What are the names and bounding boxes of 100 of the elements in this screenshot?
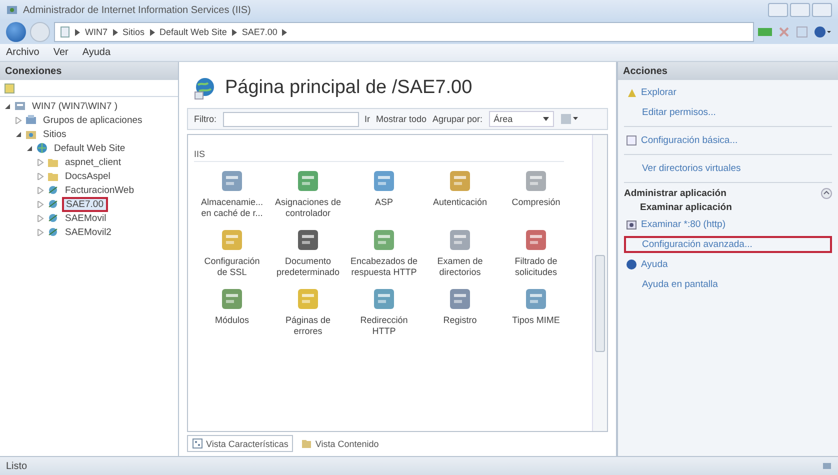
- action-link[interactable]: Ver directorios virtuales: [624, 160, 832, 177]
- feature-icon: [447, 227, 473, 253]
- feature-icon: [523, 286, 549, 312]
- forward-button[interactable]: [30, 22, 50, 42]
- application-icon: [47, 226, 59, 238]
- tree-item[interactable]: aspnet_client: [62, 156, 124, 168]
- action-link[interactable]: Configuración básica...: [624, 132, 832, 149]
- action-link[interactable]: Explorar: [624, 84, 832, 101]
- chevron-icon: [282, 28, 288, 36]
- panel-header: Acciones: [618, 62, 838, 80]
- feature-item[interactable]: ASP: [346, 168, 422, 219]
- stop-icon: [778, 26, 790, 38]
- tree-item[interactable]: WIN7 (WIN7\WIN7 ): [29, 100, 120, 112]
- group-by-dropdown[interactable]: Área: [488, 111, 554, 127]
- filter-label: Filtro:: [194, 114, 216, 124]
- tree-item[interactable]: DocsAspel: [62, 170, 114, 182]
- breadcrumb-item[interactable]: Default Web Site: [160, 27, 227, 37]
- feature-item[interactable]: Almacenamie... en caché de r...: [194, 168, 270, 219]
- feature-item[interactable]: Autenticación: [422, 168, 498, 219]
- dropdown-value: Área: [494, 114, 513, 124]
- explore-icon: [626, 87, 637, 98]
- action-link[interactable]: Editar permisos...: [624, 104, 832, 121]
- chevron-icon: [232, 28, 237, 36]
- feature-item[interactable]: Módulos: [194, 286, 270, 337]
- breadcrumb-item[interactable]: SAE7.00: [242, 27, 278, 37]
- feature-icon: [371, 227, 397, 253]
- application-icon: [47, 184, 59, 196]
- go-button[interactable]: Ir: [364, 114, 370, 124]
- feature-item[interactable]: Configuración de SSL: [194, 227, 270, 278]
- page-title: Página principal de /SAE7.00: [225, 77, 472, 99]
- feature-item[interactable]: Examen de directorios: [422, 227, 498, 278]
- caret-icon: [542, 117, 549, 121]
- expander-icon[interactable]: [26, 144, 33, 152]
- action-link[interactable]: Ayuda: [624, 256, 832, 273]
- feature-icon: [219, 286, 245, 312]
- address-bar[interactable]: WIN7 Sitios Default Web Site SAE7.00: [54, 22, 754, 42]
- expander-icon[interactable]: [15, 130, 22, 138]
- tree-item[interactable]: FacturacionWeb: [62, 184, 137, 196]
- tree-item[interactable]: Grupos de aplicaciones: [40, 114, 146, 126]
- view-tab[interactable]: Vista Características: [187, 435, 294, 452]
- status-text: Listo: [6, 460, 28, 472]
- menu-item[interactable]: Ver: [53, 47, 68, 58]
- feature-item[interactable]: Registro: [422, 286, 498, 337]
- action-heading: Examinar aplicación: [639, 202, 733, 213]
- feature-item[interactable]: Compresión: [498, 168, 574, 219]
- globe-icon: [36, 142, 48, 154]
- feature-item[interactable]: Encabezados de respuesta HTTP: [346, 227, 422, 278]
- application-icon: [47, 212, 59, 224]
- sites-folder-icon: [25, 128, 37, 140]
- help-icon: [814, 26, 832, 38]
- action-link[interactable]: Configuración avanzada...: [624, 236, 832, 253]
- feature-icon: [371, 168, 397, 194]
- group-by-label: Agrupar por:: [432, 114, 483, 124]
- feature-item[interactable]: Páginas de errores: [270, 286, 346, 337]
- content-view-icon: [301, 438, 312, 449]
- scrollbar[interactable]: [592, 135, 607, 431]
- feature-item[interactable]: Tipos MIME: [498, 286, 574, 337]
- chevron-icon: [112, 28, 118, 36]
- menu-item[interactable]: Archivo: [6, 47, 40, 58]
- menu-item[interactable]: Ayuda: [82, 47, 111, 58]
- pool-icon: [25, 114, 37, 126]
- feature-icon: [523, 168, 549, 194]
- tree-item[interactable]: SAEMovil2: [62, 226, 114, 238]
- folder-icon: [47, 156, 59, 168]
- chevron-icon: [150, 28, 155, 36]
- features-view-icon: [192, 438, 203, 449]
- group-header: IIS: [194, 149, 564, 162]
- panel-header: Conexiones: [0, 62, 178, 80]
- feature-icon: [523, 227, 549, 253]
- action-link[interactable]: Ayuda en pantalla: [624, 276, 832, 293]
- view-icon: [560, 114, 578, 124]
- feature-icon: [295, 227, 321, 253]
- back-button[interactable]: [6, 22, 26, 42]
- section-title: Administrar aplicación: [624, 188, 726, 199]
- feature-icon: [371, 286, 397, 312]
- tree-item[interactable]: Default Web Site: [51, 142, 128, 154]
- globe-icon: [193, 76, 217, 100]
- filter-field[interactable]: [222, 112, 358, 126]
- feature-icon: [219, 227, 245, 253]
- server-icon: [14, 100, 26, 112]
- folder-icon: [47, 170, 59, 182]
- feature-icon: [447, 168, 473, 194]
- breadcrumb-item[interactable]: Sitios: [122, 27, 145, 37]
- feature-item[interactable]: Filtrado de solicitudes: [498, 227, 574, 278]
- expander-icon[interactable]: [4, 102, 11, 110]
- show-all-button[interactable]: Mostrar todo: [376, 114, 427, 124]
- feature-item[interactable]: Redirección HTTP: [346, 286, 422, 337]
- chevron-icon: [75, 28, 80, 36]
- feature-item[interactable]: Documento predeterminado: [270, 227, 346, 278]
- feature-item[interactable]: Asignaciones de controlador: [270, 168, 346, 219]
- view-tab[interactable]: Vista Contenido: [296, 435, 384, 452]
- tree-item[interactable]: SAEMovil: [62, 212, 110, 224]
- window-title: Administrador de Internet Information Services (IIS): [23, 4, 252, 16]
- help-icon: [626, 259, 637, 270]
- tree-item[interactable]: SAE7.00: [62, 196, 108, 212]
- breadcrumb-item[interactable]: WIN7: [85, 27, 108, 37]
- collapse-icon[interactable]: [821, 188, 832, 199]
- tree-item[interactable]: Sitios: [40, 128, 70, 140]
- action-link[interactable]: Examinar *:80 (http): [624, 216, 832, 233]
- application-icon: [47, 198, 59, 210]
